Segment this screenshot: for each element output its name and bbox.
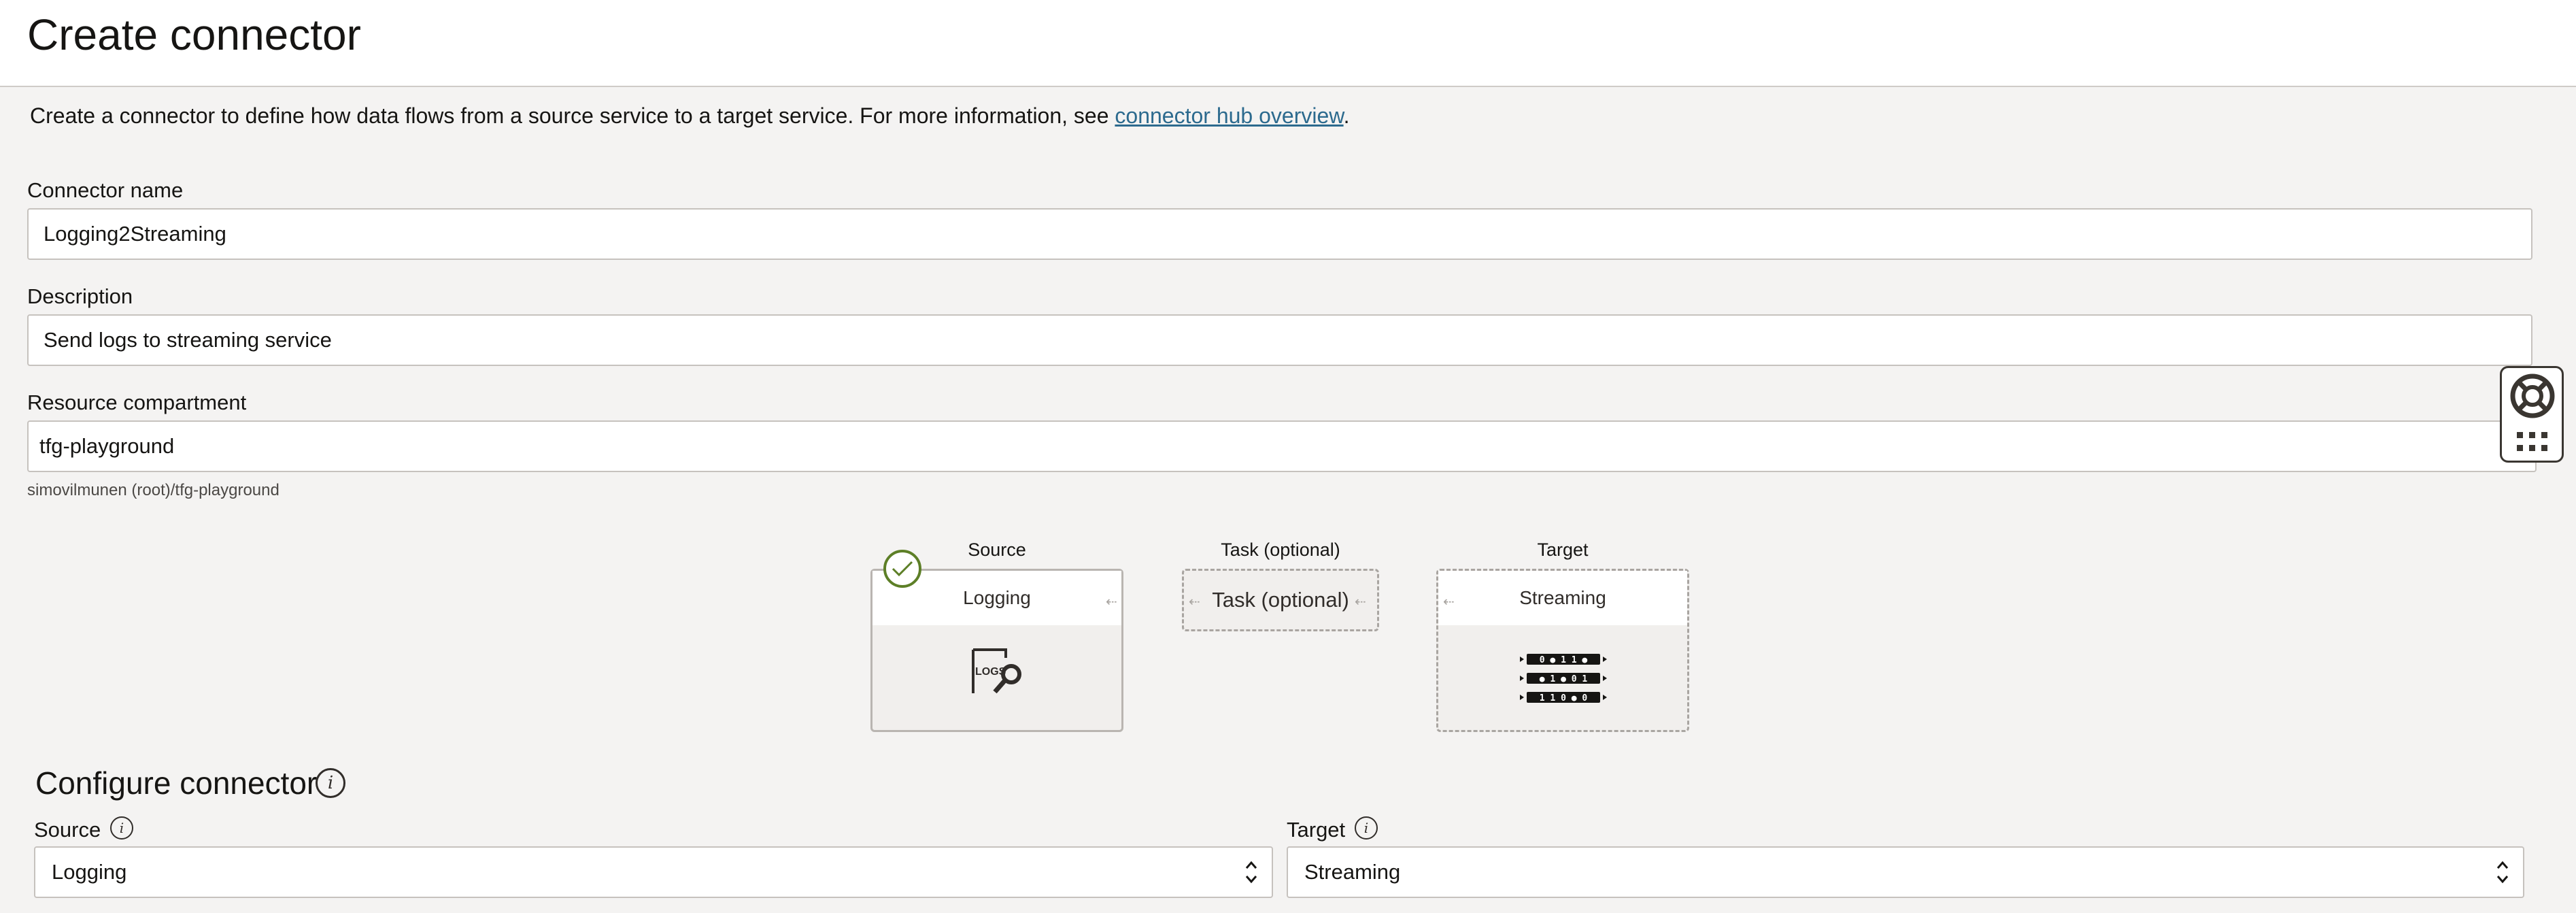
chevron-updown-icon (2496, 861, 2509, 884)
task-card-label: Task (optional) (1212, 588, 1349, 612)
intro-text: Create a connector to define how data fl… (30, 103, 1350, 129)
apps-grid-icon[interactable] (2515, 431, 2549, 454)
target-card[interactable]: Streaming 0 ● 1 1 ● ● 1 ● 0 1 1 1 0 ● 0 (1436, 569, 1689, 732)
description-value: Send logs to streaming service (44, 328, 332, 352)
source-service-name: Logging (963, 587, 1031, 608)
source-out-arrow-icon: ⇠ (1106, 595, 1117, 610)
intro-description: Create a connector to define how data fl… (30, 103, 1115, 128)
connector-hub-overview-link[interactable]: connector hub overview (1115, 103, 1343, 128)
source-select-value: Logging (52, 860, 127, 884)
intro-suffix: . (1343, 103, 1350, 128)
compartment-value: tfg-playground (39, 434, 175, 458)
logs-search-icon: LOGS (972, 648, 1021, 694)
description-input[interactable]: Send logs to streaming service (27, 314, 2532, 366)
check-icon (883, 550, 921, 588)
compartment-path: simovilmunen (root)/tfg-playground (27, 481, 279, 499)
source-select[interactable]: Logging (34, 846, 1273, 898)
task-in-arrow-icon: ⇠ (1189, 595, 1200, 610)
chevron-updown-icon (1245, 861, 1257, 884)
stream-icon: 0 ● 1 1 ● ● 1 ● 0 1 1 1 0 ● 0 (1520, 654, 1607, 703)
stream-row-1: 0 ● 1 1 ● (1540, 655, 1588, 665)
task-stage-label: Task (optional) (1221, 540, 1340, 560)
connector-name-input[interactable]: Logging2Streaming (27, 208, 2532, 260)
description-label: Description (27, 284, 133, 308)
compartment-label: Resource compartment (27, 391, 247, 414)
target-select[interactable]: Streaming (1287, 846, 2524, 898)
target-select-value: Streaming (1304, 860, 1401, 884)
page-title: Create connector (27, 10, 361, 59)
configure-connector-title: Configure connector (35, 765, 318, 801)
connector-name-value: Logging2Streaming (44, 222, 226, 246)
target-service-name: Streaming (1519, 587, 1606, 608)
source-card[interactable]: Logging LOGS (870, 569, 1123, 732)
task-out-arrow-icon: ⇠ (1355, 595, 1366, 610)
stream-row-3: 1 1 0 ● 0 (1540, 693, 1588, 703)
page-header: Create connector (0, 0, 2576, 87)
source-select-label: Source (34, 818, 101, 842)
target-info-icon[interactable]: i (1355, 816, 1378, 840)
target-stage-label: Target (1537, 540, 1589, 560)
target-select-label: Target (1287, 818, 1346, 842)
configure-info-icon[interactable]: i (316, 768, 345, 798)
target-card-header: Streaming (1438, 571, 1687, 625)
help-widget[interactable] (2500, 366, 2564, 463)
connector-name-label: Connector name (27, 178, 184, 202)
compartment-select[interactable]: tfg-playground (27, 420, 2537, 472)
task-card[interactable]: Task (optional) (1182, 569, 1379, 631)
target-in-arrow-icon: ⇠ (1443, 595, 1455, 610)
stream-row-2: ● 1 ● 0 1 (1540, 674, 1588, 684)
source-info-icon[interactable]: i (110, 816, 133, 840)
lifebuoy-icon[interactable] (2509, 372, 2556, 420)
